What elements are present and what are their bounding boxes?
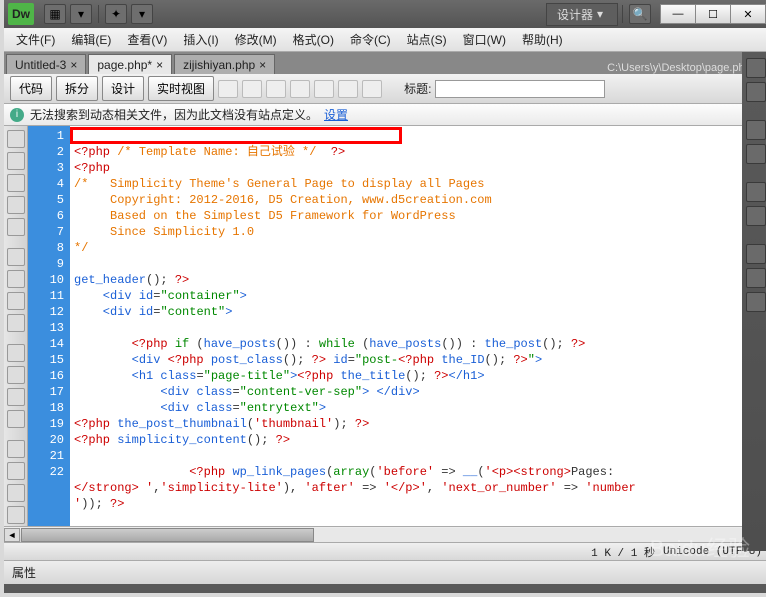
title-input[interactable] xyxy=(435,80,605,98)
panel-icon[interactable] xyxy=(746,206,766,226)
tab-zijishiyan[interactable]: zijishiyan.php× xyxy=(174,54,275,74)
title-bar: Dw ▦ ▾ ✦ ▾ 设计器▾ 🔍 — ☐ ✕ xyxy=(4,0,766,28)
extend-icon[interactable]: ✦ xyxy=(105,4,127,24)
menu-insert[interactable]: 插入(I) xyxy=(175,28,226,51)
warning-text: 无法搜索到动态相关文件，因为此文档没有站点定义。 xyxy=(30,106,318,123)
settings-link[interactable]: 设置 xyxy=(324,106,348,123)
layout-icon[interactable]: ▦ xyxy=(44,4,66,24)
info-icon: i xyxy=(10,108,24,122)
tool-icon[interactable] xyxy=(7,270,25,288)
menu-format[interactable]: 格式(O) xyxy=(285,28,342,51)
status-bar: 1 K / 1 秒 Unicode (UTF-8) xyxy=(4,542,766,560)
view-toolbar: 代码 拆分 设计 实时视图 标题: xyxy=(4,74,766,104)
live-view-button[interactable]: 实时视图 xyxy=(148,76,214,101)
tool-icon[interactable] xyxy=(7,292,25,310)
title-label: 标题: xyxy=(404,80,431,97)
code-editor[interactable]: <?php /* Template Name: 自己试验 */ ?> <?php… xyxy=(70,126,766,526)
menu-site[interactable]: 站点(S) xyxy=(399,28,455,51)
search-icon[interactable]: 🔍 xyxy=(629,4,651,24)
properties-panel[interactable]: 属性 xyxy=(4,560,766,584)
tool-icon[interactable] xyxy=(242,80,262,98)
file-path: C:\Users\y\Desktop\page.php xyxy=(607,62,751,74)
panel-icon[interactable] xyxy=(746,82,766,102)
menu-edit[interactable]: 编辑(E) xyxy=(63,28,119,51)
panel-icon[interactable] xyxy=(746,120,766,140)
dropdown-icon[interactable]: ▾ xyxy=(70,4,92,24)
code-view-button[interactable]: 代码 xyxy=(10,76,52,101)
tool-icon[interactable] xyxy=(7,388,25,406)
menu-view[interactable]: 查看(V) xyxy=(119,28,175,51)
panel-icon[interactable] xyxy=(746,292,766,312)
close-button[interactable]: ✕ xyxy=(730,4,766,24)
panel-icon[interactable] xyxy=(746,182,766,202)
right-panel xyxy=(742,52,766,551)
status-size: 1 K / 1 秒 xyxy=(591,544,655,560)
app-logo: Dw xyxy=(8,3,34,25)
close-icon[interactable]: × xyxy=(259,58,266,72)
close-icon[interactable]: × xyxy=(70,58,77,72)
tool-icon[interactable] xyxy=(7,410,25,428)
tool-icon[interactable] xyxy=(7,484,25,502)
panel-icon[interactable] xyxy=(746,144,766,164)
tool-icon[interactable] xyxy=(7,196,25,214)
menu-help[interactable]: 帮助(H) xyxy=(514,28,571,51)
split-view-button[interactable]: 拆分 xyxy=(56,76,98,101)
menu-command[interactable]: 命令(C) xyxy=(342,28,399,51)
panel-icon[interactable] xyxy=(746,268,766,288)
menu-window[interactable]: 窗口(W) xyxy=(455,28,514,51)
scrollbar-thumb[interactable] xyxy=(21,528,314,542)
scroll-left-button[interactable]: ◄ xyxy=(4,528,20,542)
tool-icon[interactable] xyxy=(7,248,25,266)
dropdown2-icon[interactable]: ▾ xyxy=(131,4,153,24)
menu-bar: 文件(F) 编辑(E) 查看(V) 插入(I) 修改(M) 格式(O) 命令(C… xyxy=(4,28,766,52)
minimize-button[interactable]: — xyxy=(660,4,696,24)
tool-icon[interactable] xyxy=(314,80,334,98)
highlight-box xyxy=(70,127,402,144)
tool-icon[interactable] xyxy=(7,440,25,458)
design-view-button[interactable]: 设计 xyxy=(102,76,144,101)
tool-icon[interactable] xyxy=(7,344,25,362)
panel-icon[interactable] xyxy=(746,244,766,264)
workspace-dropdown[interactable]: 设计器▾ xyxy=(546,3,618,26)
tab-page-php[interactable]: page.php*× xyxy=(88,54,172,74)
tool-icon[interactable] xyxy=(290,80,310,98)
tool-icon[interactable] xyxy=(7,506,25,524)
tab-untitled[interactable]: Untitled-3× xyxy=(6,54,86,74)
tool-icon[interactable] xyxy=(7,152,25,170)
tool-icon[interactable] xyxy=(266,80,286,98)
tool-icon[interactable] xyxy=(7,314,25,332)
menu-file[interactable]: 文件(F) xyxy=(8,28,63,51)
tool-icon[interactable] xyxy=(7,462,25,480)
close-icon[interactable]: × xyxy=(156,58,163,72)
warning-bar: i 无法搜索到动态相关文件，因为此文档没有站点定义。 设置 xyxy=(4,104,766,126)
tool-icon[interactable] xyxy=(7,366,25,384)
tool-icon[interactable] xyxy=(218,80,238,98)
tool-icon[interactable] xyxy=(338,80,358,98)
tool-icon[interactable] xyxy=(7,130,25,148)
horizontal-scrollbar[interactable]: ◄ ► xyxy=(4,526,766,542)
tool-icon[interactable] xyxy=(362,80,382,98)
maximize-button[interactable]: ☐ xyxy=(695,4,731,24)
editor-area: 12345678910111213141516171819202122 <?ph… xyxy=(4,126,766,526)
left-toolbar xyxy=(4,126,28,526)
tool-icon[interactable] xyxy=(7,218,25,236)
panel-icon[interactable] xyxy=(746,58,766,78)
tool-icon[interactable] xyxy=(7,174,25,192)
menu-modify[interactable]: 修改(M) xyxy=(227,28,285,51)
line-gutter: 12345678910111213141516171819202122 xyxy=(28,126,70,526)
tab-bar: Untitled-3× page.php*× zijishiyan.php× C… xyxy=(4,52,766,74)
